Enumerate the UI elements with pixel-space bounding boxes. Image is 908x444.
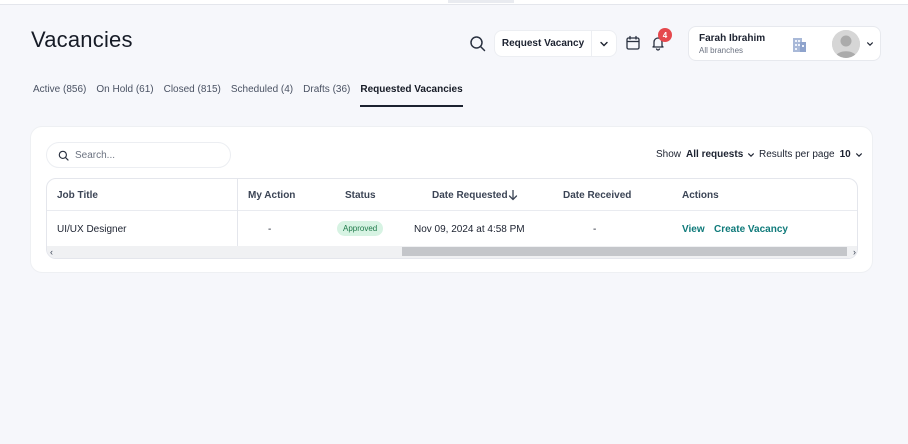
scroll-left-arrow-icon[interactable]: ‹	[50, 247, 53, 257]
tab-drafts[interactable]: Drafts (36)	[303, 84, 350, 107]
building-icon	[793, 38, 806, 52]
arrow-down-sort-icon[interactable]	[508, 189, 518, 201]
column-header-job-title[interactable]: Job Title	[57, 190, 98, 201]
status-badge: Approved	[337, 221, 384, 236]
request-vacancy-dropdown[interactable]	[592, 39, 616, 49]
requests-table: Job Title My Action Status Date Requeste…	[46, 178, 858, 259]
page-title: Vacancies	[31, 27, 133, 52]
user-menu[interactable]: Farah Ibrahim All branches	[688, 26, 881, 61]
browser-top-strip	[0, 0, 908, 5]
per-page-value: 10	[839, 149, 851, 160]
search-icon[interactable]	[469, 35, 486, 52]
search-input[interactable]: Search...	[46, 142, 231, 168]
vacancy-tabs: Active (856) On Hold (61) Closed (815) S…	[33, 84, 473, 107]
cell-date-received: -	[593, 224, 597, 235]
tab-on-hold[interactable]: On Hold (61)	[96, 84, 153, 107]
avatar-silhouette-icon	[832, 30, 860, 58]
column-header-date-requested[interactable]: Date Requested	[432, 190, 508, 201]
requests-card: Search... Show All requests Results per …	[30, 126, 873, 273]
cell-date-requested: Nov 09, 2024 at 4:58 PM	[414, 224, 525, 235]
results-per-page-dropdown[interactable]: Results per page 10	[759, 149, 863, 160]
user-name: Farah Ibrahim	[699, 33, 766, 44]
chevron-down-icon	[748, 152, 755, 157]
tab-requested-vacancies[interactable]: Requested Vacancies	[360, 84, 463, 107]
chevron-down-icon	[855, 152, 862, 157]
calendar-icon[interactable]	[625, 35, 641, 51]
cell-my-action: -	[268, 224, 272, 235]
chevron-down-icon	[600, 41, 608, 46]
notification-badge: 4	[658, 28, 672, 42]
scrollbar-thumb[interactable]	[402, 247, 847, 256]
horizontal-scrollbar[interactable]: ‹ ›	[47, 246, 857, 258]
column-header-my-action[interactable]: My Action	[248, 190, 295, 201]
top-tab-stub	[448, 0, 514, 3]
show-filter-dropdown[interactable]: Show All requests	[656, 149, 755, 160]
table-header: Job Title My Action Status Date Requeste…	[47, 179, 857, 211]
show-label: Show	[656, 149, 682, 160]
scroll-right-arrow-icon[interactable]: ›	[853, 247, 856, 257]
tab-active[interactable]: Active (856)	[33, 84, 86, 107]
column-header-actions: Actions	[682, 190, 719, 201]
table-row: UI/UX Designer - Approved Nov 09, 2024 a…	[47, 211, 857, 246]
request-vacancy-label: Request Vacancy	[501, 38, 585, 49]
tab-closed[interactable]: Closed (815)	[164, 84, 221, 107]
avatar	[832, 30, 860, 58]
view-link[interactable]: View	[682, 224, 705, 235]
search-placeholder: Search...	[75, 149, 116, 161]
cell-job-title: UI/UX Designer	[57, 224, 127, 235]
column-header-date-received[interactable]: Date Received	[563, 190, 631, 201]
user-branches: All branches	[699, 46, 744, 55]
create-vacancy-link[interactable]: Create Vacancy	[714, 224, 788, 235]
column-header-status[interactable]: Status	[345, 190, 376, 201]
show-value: All requests	[686, 149, 744, 160]
per-page-label: Results per page	[759, 149, 835, 160]
request-vacancy-button[interactable]: Request Vacancy	[494, 30, 617, 57]
chevron-down-icon	[867, 42, 873, 46]
search-icon	[58, 150, 69, 161]
tab-scheduled[interactable]: Scheduled (4)	[231, 84, 293, 107]
